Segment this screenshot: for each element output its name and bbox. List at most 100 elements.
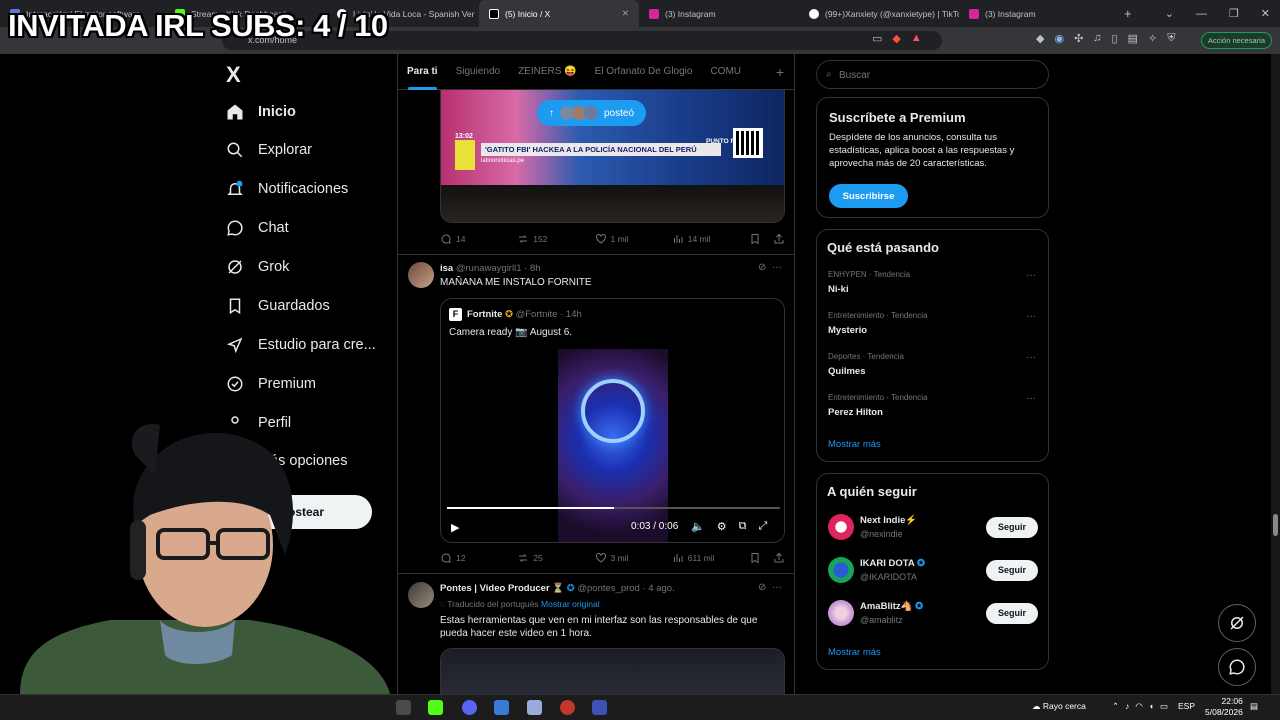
new-tab-button[interactable]: + — [1114, 0, 1144, 27]
fullscreen-icon[interactable]: ⤢ — [758, 520, 767, 533]
share-icon[interactable] — [773, 552, 785, 564]
minimize-icon[interactable]: — — [1196, 8, 1207, 20]
messages-fab[interactable] — [1218, 648, 1256, 686]
action-needed-button[interactable]: Acción necesaria — [1200, 32, 1272, 49]
grok-fab[interactable] — [1218, 604, 1256, 642]
tab-comu[interactable]: COMU — [701, 54, 750, 90]
quoted-tweet[interactable]: F Fortnite ✪ @Fortnite · 14h Camera read… — [440, 298, 785, 543]
tweet-media-image[interactable]: ↑ posteó PUNTO FINAL 13:02 'GATITO FBI' … — [440, 90, 785, 223]
chevron-up-icon[interactable]: ⌃ — [1112, 701, 1125, 711]
bookmark-icon[interactable] — [749, 233, 761, 245]
author-handle[interactable]: @runawaygirll1 — [456, 263, 522, 274]
like-button[interactable]: 1 mil — [595, 233, 672, 245]
extension-icon[interactable]: ◉ — [1054, 32, 1064, 45]
tweet-time[interactable]: 4 ago. — [648, 583, 674, 594]
nav-item-grok[interactable]: Grok — [226, 255, 289, 279]
reply-button[interactable]: 14 — [440, 233, 517, 245]
more-icon[interactable]: ··· — [1026, 352, 1036, 363]
tab-following[interactable]: Siguiendo — [447, 54, 509, 90]
add-list-icon[interactable]: + — [776, 64, 794, 80]
x-logo[interactable]: X — [226, 62, 241, 88]
nav-item-bookmarks[interactable]: Guardados — [226, 294, 330, 318]
follow-button[interactable]: Seguir — [986, 517, 1038, 538]
tab-for-you[interactable]: Para ti — [398, 54, 447, 90]
tweet-media-image[interactable] — [440, 648, 785, 694]
search-input[interactable]: ⌕ Buscar — [816, 60, 1049, 89]
tab-orfanato[interactable]: El Orfanato De Glogio — [586, 54, 702, 90]
browser-tab-active[interactable]: (5) Inicio / X ✕ — [479, 0, 639, 27]
rewards-icon[interactable]: ▲ — [911, 32, 922, 45]
views-button[interactable]: 611 mil — [672, 552, 749, 564]
screen-icon[interactable]: ▭ — [872, 32, 882, 45]
author-name[interactable]: isa — [440, 263, 453, 274]
brave-shield-icon[interactable]: ◆ — [892, 32, 900, 45]
nav-item-chat[interactable]: Chat — [226, 216, 289, 240]
vpn-icon[interactable]: ⛨ — [1167, 32, 1175, 45]
share-icon[interactable] — [773, 233, 785, 245]
close-tab-icon[interactable]: ✕ — [614, 8, 629, 19]
follow-button[interactable]: Seguir — [986, 560, 1038, 581]
kick-app-icon[interactable] — [428, 700, 443, 715]
mic-icon[interactable]: ♪ — [1125, 701, 1135, 711]
show-more-link[interactable]: Mostrar más — [828, 647, 881, 658]
tweet-time[interactable]: 8h — [530, 263, 541, 274]
app-icon[interactable] — [527, 700, 542, 715]
like-button[interactable]: 3 mil — [595, 552, 672, 564]
show-more-link[interactable]: Mostrar más — [828, 439, 881, 450]
app-icon[interactable] — [494, 700, 509, 715]
nav-item-creator-studio[interactable]: Estudio para cre... — [226, 333, 376, 357]
scrollbar-thumb[interactable] — [1273, 514, 1278, 536]
video-player[interactable]: ▶ 0:03 / 0:06 🔈 ⚙ ⧉ ⤢ — [441, 349, 784, 542]
grok-icon[interactable]: ⊘ — [758, 262, 766, 273]
more-icon[interactable]: ··· — [1026, 270, 1036, 281]
avatar[interactable] — [408, 582, 434, 608]
browser-tab[interactable]: (3) Instagram — [959, 0, 1114, 27]
avatar[interactable] — [408, 262, 434, 288]
follow-button[interactable]: Seguir — [986, 603, 1038, 624]
obs-app-icon[interactable] — [560, 700, 575, 715]
quote-author-name[interactable]: Fortnite — [467, 309, 502, 320]
tab-zeiners[interactable]: ZEINERS 😝 — [509, 54, 586, 90]
views-button[interactable]: 14 mil — [672, 233, 749, 245]
nav-item-premium[interactable]: Premium — [226, 372, 316, 396]
wallet-icon[interactable]: ▤ — [1128, 32, 1138, 45]
wifi-icon[interactable]: ◠ — [1135, 701, 1148, 711]
bookmark-icon[interactable] — [749, 552, 761, 564]
grok-icon[interactable]: ⊘ — [758, 582, 766, 593]
pip-icon[interactable]: ⧉ — [739, 520, 747, 533]
page-scrollbar[interactable] — [1271, 54, 1280, 694]
more-icon[interactable]: ··· — [772, 582, 782, 593]
show-original-link[interactable]: Mostrar original — [541, 599, 600, 609]
browser-tab[interactable]: (99+)Xanxiety (@xanxietype) | TikTo — [799, 0, 959, 27]
browser-tab[interactable]: (3) Instagram — [639, 0, 799, 27]
volume-icon[interactable]: ◖ — [1149, 701, 1160, 711]
repost-button[interactable]: 25 — [517, 552, 594, 564]
extension-icon[interactable]: ◆ — [1036, 32, 1044, 45]
nav-item-explore[interactable]: Explorar — [226, 138, 312, 162]
play-icon[interactable]: ▶ — [451, 521, 459, 534]
nav-item-home[interactable]: Inicio — [226, 100, 296, 124]
repost-button[interactable]: 152 — [517, 233, 594, 245]
close-window-icon[interactable]: ✕ — [1261, 7, 1270, 20]
puzzle-icon[interactable]: ✣ — [1074, 32, 1083, 45]
battery-icon[interactable]: ▭ — [1160, 701, 1174, 711]
discord-app-icon[interactable] — [462, 700, 477, 715]
settings-icon[interactable]: ⚙ — [717, 520, 727, 533]
app-icon[interactable] — [592, 700, 607, 715]
maximize-icon[interactable]: ❐ — [1229, 7, 1239, 20]
reply-button[interactable]: 12 — [440, 552, 517, 564]
quote-handle[interactable]: @Fortnite — [516, 309, 558, 320]
more-icon[interactable]: ··· — [1026, 393, 1036, 404]
more-icon[interactable]: ··· — [1026, 311, 1036, 322]
weather-widget[interactable]: ☁ Rayo cerca — [1032, 701, 1086, 712]
nav-item-notifications[interactable]: Notificaciones — [226, 177, 348, 201]
music-icon[interactable]: ♫ — [1093, 32, 1101, 45]
clock[interactable]: 22:06 5/08/2026 — [1205, 696, 1243, 718]
language-indicator[interactable]: ESP — [1178, 701, 1195, 711]
new-posts-pill[interactable]: ↑ posteó — [537, 100, 647, 126]
sidebar-icon[interactable]: ▯ — [1112, 32, 1118, 45]
tab-search-icon[interactable]: ⌄ — [1165, 7, 1174, 20]
subscribe-button[interactable]: Suscribirse — [829, 184, 908, 208]
leo-icon[interactable]: ✧ — [1148, 32, 1157, 45]
author-name[interactable]: Pontes | Video Producer ⏳ — [440, 583, 564, 594]
